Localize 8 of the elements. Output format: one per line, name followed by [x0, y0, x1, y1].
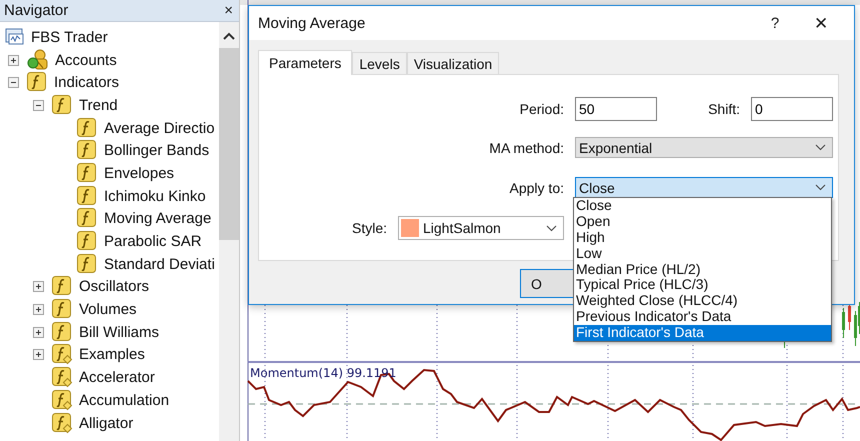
field-label: Style: — [350, 220, 387, 236]
field-label: Shift: — [707, 101, 740, 117]
panel-title: Navigator — [4, 2, 68, 19]
indicator-label: Momentum(14) 99.1191 — [250, 366, 396, 380]
dialog-title: Moving Average — [258, 14, 366, 32]
field-label: Period: — [518, 101, 564, 117]
field-label: Apply to: — [508, 180, 564, 196]
field-label: MA method: — [488, 140, 564, 156]
